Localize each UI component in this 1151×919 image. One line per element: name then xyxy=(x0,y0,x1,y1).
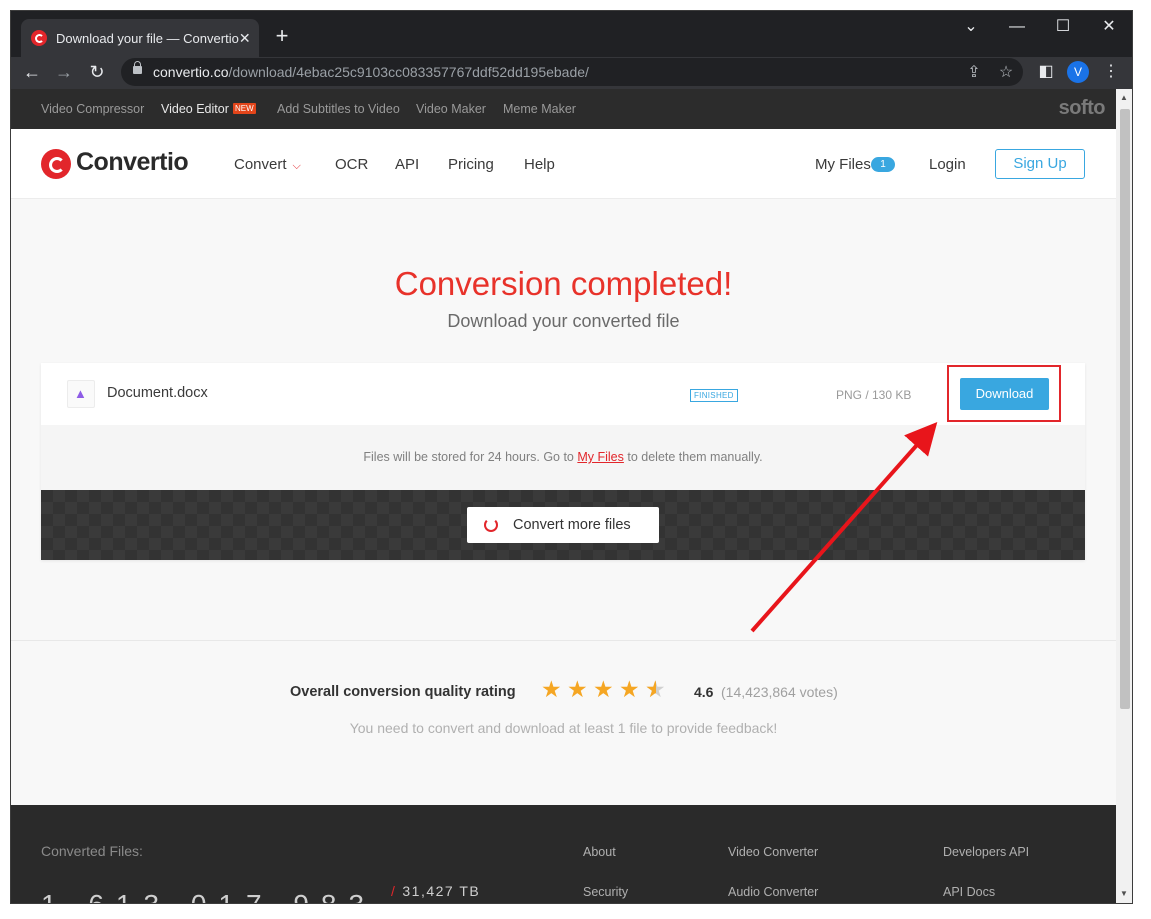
softo-link-video-maker[interactable]: Video Maker xyxy=(416,102,486,116)
tab-search-icon[interactable]: ⌄ xyxy=(956,15,986,39)
my-files-count-badge: 1 xyxy=(871,157,895,172)
file-name: Document.docx xyxy=(107,385,208,401)
site-footer: Converted Files: 1,613,017,983 /31,427 T… xyxy=(11,805,1116,903)
file-format-size: PNG / 130 KB xyxy=(836,388,912,402)
convert-more-button[interactable]: Convert more files xyxy=(467,507,659,543)
profile-avatar[interactable]: V xyxy=(1067,61,1089,83)
star-icon[interactable]: ★ xyxy=(619,677,640,701)
softo-logo[interactable]: softo xyxy=(1059,97,1106,120)
tab-close-icon[interactable]: ✕ xyxy=(239,30,251,47)
section-divider xyxy=(11,640,1116,641)
browser-menu-icon[interactable]: ⋮ xyxy=(1100,61,1122,81)
scroll-up-icon[interactable]: ▲ xyxy=(1120,93,1128,102)
scroll-down-icon[interactable]: ▼ xyxy=(1120,889,1128,898)
signup-button[interactable]: Sign Up xyxy=(995,149,1085,179)
nav-convert[interactable]: Convert ⌵ xyxy=(234,156,301,173)
footer-link-security[interactable]: Security xyxy=(583,885,628,899)
rating-note: You need to convert and download at leas… xyxy=(349,720,778,736)
new-tab-button[interactable]: + xyxy=(270,25,294,47)
site-header: Convertio Convert ⌵ OCR API Pricing Help … xyxy=(11,129,1116,199)
star-icon[interactable]: ★ xyxy=(541,677,562,701)
rating-stars[interactable]: ★ ★ ★ ★ ★★ xyxy=(541,677,671,701)
converted-tb-count: /31,427 TB xyxy=(391,883,481,899)
tab-strip: Download your file — Convertio ✕ + ⌄ — ☐… xyxy=(11,11,1132,57)
nav-help[interactable]: Help xyxy=(524,156,555,173)
storage-notice: Files will be stored for 24 hours. Go to… xyxy=(41,425,1085,490)
back-arrow-icon[interactable]: ← xyxy=(19,59,45,85)
star-icon[interactable]: ★ xyxy=(593,677,614,701)
minimize-button[interactable]: — xyxy=(1002,15,1032,39)
footer-link-developers-api[interactable]: Developers API xyxy=(943,845,1029,859)
forward-arrow-icon[interactable]: → xyxy=(51,59,77,85)
url-text: convertio.co/download/4ebac25c9103cc0833… xyxy=(153,64,589,80)
chevron-down-icon: ⌵ xyxy=(292,160,301,172)
bookmark-star-icon[interactable]: ☆ xyxy=(996,62,1016,82)
softo-bar: Video Compressor Video Editor NEW Add Su… xyxy=(11,89,1116,129)
nav-login[interactable]: Login xyxy=(929,156,966,173)
softo-link-video-compressor[interactable]: Video Compressor xyxy=(41,102,144,116)
half-star-icon[interactable]: ★★ xyxy=(645,677,666,701)
footer-link-video-converter[interactable]: Video Converter xyxy=(728,845,818,859)
browser-tab[interactable]: Download your file — Convertio ✕ xyxy=(21,19,259,57)
address-bar[interactable]: convertio.co/download/4ebac25c9103cc0833… xyxy=(121,58,1023,86)
nav-pricing[interactable]: Pricing xyxy=(448,156,494,173)
image-icon: ▲ xyxy=(74,386,87,401)
status-badge: FINISHED xyxy=(690,389,738,402)
convertio-logo-icon[interactable] xyxy=(41,149,71,179)
refresh-icon xyxy=(484,518,498,532)
tab-title: Download your file — Convertio xyxy=(56,30,239,46)
close-window-button[interactable]: ✕ xyxy=(1094,15,1124,39)
share-icon[interactable]: ⇪ xyxy=(964,62,984,82)
softo-link-add-subtitles[interactable]: Add Subtitles to Video xyxy=(277,102,400,116)
star-icon[interactable]: ★ xyxy=(567,677,588,701)
my-files-link[interactable]: My Files xyxy=(577,450,624,464)
rating-label: Overall conversion quality rating xyxy=(290,684,516,700)
download-button[interactable]: Download xyxy=(960,378,1049,410)
side-panel-icon[interactable]: ◧ xyxy=(1035,61,1057,81)
footer-link-about[interactable]: About xyxy=(583,845,616,859)
browser-window: Download your file — Convertio ✕ + ⌄ — ☐… xyxy=(10,10,1133,904)
browser-toolbar: ← → ↻ convertio.co/download/4ebac25c9103… xyxy=(11,57,1132,89)
converted-files-counter: 1,613,017,983 xyxy=(41,889,376,903)
file-row: ▲ Document.docx FINISHED PNG / 130 KB Do… xyxy=(41,363,1085,425)
convert-more-bar: Convert more files xyxy=(41,490,1085,560)
maximize-button[interactable]: ☐ xyxy=(1048,15,1078,39)
scroll-thumb[interactable] xyxy=(1120,109,1130,709)
convertio-favicon-icon xyxy=(31,30,47,46)
nav-ocr[interactable]: OCR xyxy=(335,156,368,173)
softo-link-meme-maker[interactable]: Meme Maker xyxy=(503,102,576,116)
footer-link-audio-converter[interactable]: Audio Converter xyxy=(728,885,818,899)
softo-link-video-editor[interactable]: Video Editor xyxy=(161,102,229,116)
footer-link-api-docs[interactable]: API Docs xyxy=(943,885,995,899)
nav-my-files[interactable]: My Files xyxy=(815,156,871,173)
page-scrollbar[interactable]: ▲ ▼ xyxy=(1116,89,1132,903)
reload-icon[interactable]: ↻ xyxy=(84,59,110,85)
page-subtitle: Download your converted file xyxy=(447,311,680,331)
page-viewport: Video Compressor Video Editor NEW Add Su… xyxy=(11,89,1116,903)
rating-votes: (14,423,864 votes) xyxy=(721,684,838,700)
page-title: Conversion completed! xyxy=(394,265,733,302)
file-thumbnail: ▲ xyxy=(67,380,95,408)
lock-icon xyxy=(133,61,142,74)
nav-api[interactable]: API xyxy=(395,156,419,173)
new-badge: NEW xyxy=(233,103,256,114)
convertio-logo-text[interactable]: Convertio xyxy=(76,148,189,177)
file-card: ▲ Document.docx FINISHED PNG / 130 KB Do… xyxy=(41,363,1085,560)
converted-files-label: Converted Files: xyxy=(41,843,143,859)
rating-score: 4.6 xyxy=(694,684,714,700)
